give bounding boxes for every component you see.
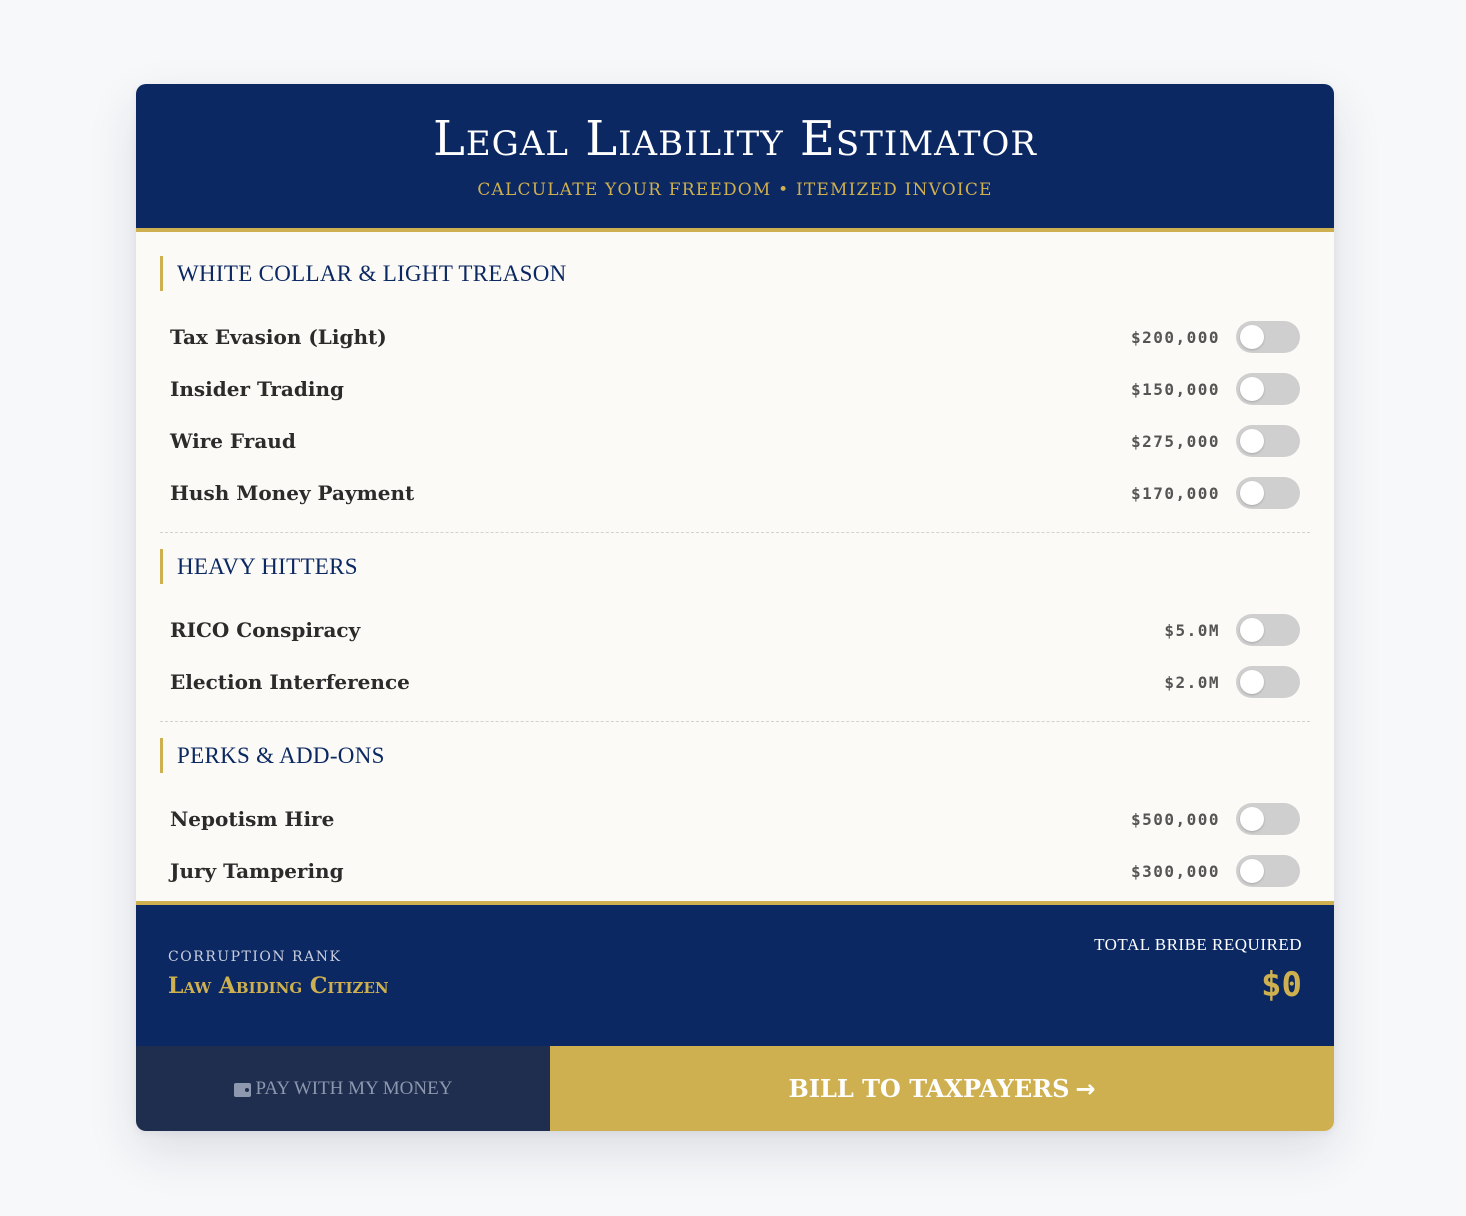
estimator-card: Legal Liability Estimator CALCULATE YOUR…	[136, 84, 1334, 1131]
line-item: Hush Money Payment $170,000	[160, 467, 1310, 519]
item-label: Nepotism Hire	[170, 807, 335, 831]
item-list: WHITE COLLAR & LIGHT TREASON Tax Evasion…	[136, 232, 1334, 901]
toggle-knob	[1240, 670, 1264, 694]
total-bribe-label: TOTAL BRIBE REQUIRED	[1094, 935, 1302, 954]
toggle-knob	[1240, 807, 1264, 831]
item-price: $200,000	[1130, 327, 1220, 347]
line-item: Wire Fraud $275,000	[160, 415, 1310, 467]
item-price: $500,000	[1130, 809, 1220, 829]
pay-with-my-money-label: PAY WITH MY MONEY	[255, 1077, 453, 1099]
total-bribe-value: $0	[1261, 965, 1302, 1005]
item-label: Wire Fraud	[170, 429, 296, 453]
section-perks: PERKS & ADD-ONS Nepotism Hire $500,000 J…	[160, 738, 1310, 897]
item-label: Insider Trading	[170, 377, 344, 401]
pay-with-my-money-button[interactable]: PAY WITH MY MONEY	[136, 1046, 550, 1131]
toggle-knob	[1240, 481, 1264, 505]
item-toggle[interactable]	[1236, 373, 1300, 405]
section-white-collar: WHITE COLLAR & LIGHT TREASON Tax Evasion…	[160, 256, 1310, 519]
item-price: $300,000	[1130, 861, 1220, 881]
line-item: Election Interference $2.0M	[160, 656, 1310, 708]
item-price: $275,000	[1130, 431, 1220, 451]
item-toggle[interactable]	[1236, 614, 1300, 646]
line-item: RICO Conspiracy $5.0M	[160, 604, 1310, 656]
corruption-rank-label: CORRUPTION RANK	[168, 949, 342, 965]
bill-to-taxpayers-button[interactable]: BILL TO TAXPAYERS →	[550, 1046, 1334, 1131]
line-item: Insider Trading $150,000	[160, 363, 1310, 415]
toggle-knob	[1240, 377, 1264, 401]
section-divider	[160, 532, 1310, 533]
toggle-knob	[1240, 618, 1264, 642]
summary-panel: CORRUPTION RANK Law Abiding Citizen TOTA…	[136, 901, 1334, 1046]
item-price: $2.0M	[1164, 672, 1220, 692]
item-toggle[interactable]	[1236, 425, 1300, 457]
corruption-rank-value: Law Abiding Citizen	[168, 973, 389, 999]
section-title: PERKS & ADD-ONS	[160, 738, 1310, 773]
section-title: HEAVY HITTERS	[160, 549, 1310, 584]
item-label: Election Interference	[170, 670, 410, 694]
section-heavy-hitters: HEAVY HITTERS RICO Conspiracy $5.0M Elec…	[160, 549, 1310, 708]
line-item: Nepotism Hire $500,000	[160, 793, 1310, 845]
item-label: RICO Conspiracy	[170, 618, 361, 642]
item-label: Hush Money Payment	[170, 481, 415, 505]
wallet-icon	[233, 1082, 251, 1097]
item-toggle[interactable]	[1236, 666, 1300, 698]
item-price: $150,000	[1130, 379, 1220, 399]
header: Legal Liability Estimator CALCULATE YOUR…	[136, 84, 1334, 232]
item-toggle[interactable]	[1236, 477, 1300, 509]
toggle-knob	[1240, 859, 1264, 883]
page-subtitle: CALCULATE YOUR FREEDOM • ITEMIZED INVOIC…	[477, 180, 993, 200]
item-toggle[interactable]	[1236, 321, 1300, 353]
toggle-knob	[1240, 429, 1264, 453]
section-divider	[160, 721, 1310, 722]
page-title: Legal Liability Estimator	[432, 111, 1037, 167]
section-title: WHITE COLLAR & LIGHT TREASON	[160, 256, 1310, 291]
bill-to-taxpayers-label: BILL TO TAXPAYERS	[788, 1074, 1070, 1103]
item-price: $170,000	[1130, 483, 1220, 503]
line-item: Jury Tampering $300,000	[160, 845, 1310, 897]
item-label: Jury Tampering	[170, 859, 344, 883]
action-bar: PAY WITH MY MONEY BILL TO TAXPAYERS →	[136, 1046, 1334, 1131]
item-label: Tax Evasion (Light)	[170, 325, 387, 349]
arrow-right-icon: →	[1075, 1074, 1096, 1103]
toggle-knob	[1240, 325, 1264, 349]
line-item: Tax Evasion (Light) $200,000	[160, 311, 1310, 363]
item-toggle[interactable]	[1236, 803, 1300, 835]
item-toggle[interactable]	[1236, 855, 1300, 887]
item-price: $5.0M	[1164, 620, 1220, 640]
